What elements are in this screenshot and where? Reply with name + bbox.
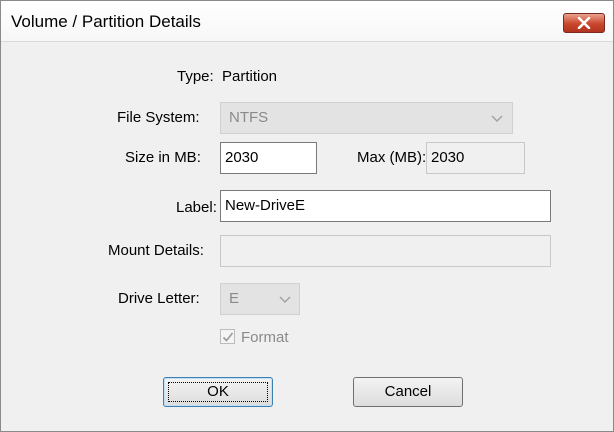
drive-letter-value: E xyxy=(229,290,240,307)
mount-input xyxy=(220,235,551,267)
type-value: Partition xyxy=(222,68,278,85)
format-checkbox[interactable] xyxy=(220,329,235,344)
drive-letter-select[interactable]: E xyxy=(220,283,300,315)
max-value: 2030 xyxy=(431,149,465,166)
type-label: Type: xyxy=(177,68,214,85)
checkmark-icon xyxy=(222,332,234,342)
close-button[interactable] xyxy=(563,13,605,33)
cancel-button-label: Cancel xyxy=(384,383,432,400)
label-label: Label: xyxy=(176,199,217,216)
ok-button[interactable]: OK xyxy=(163,377,273,407)
max-label: Max (MB): xyxy=(357,149,427,166)
filesystem-value: NTFS xyxy=(229,109,269,126)
format-label: Format xyxy=(241,329,289,346)
label-value: New-DriveE xyxy=(225,197,306,214)
size-input[interactable]: 2030 xyxy=(220,142,317,174)
dialog-window: Volume / Partition Details Type: Partiti… xyxy=(0,0,614,432)
filesystem-select[interactable]: NTFS xyxy=(220,102,513,134)
chevron-down-icon xyxy=(279,296,291,303)
max-input: 2030 xyxy=(426,142,525,174)
title-bar[interactable]: Volume / Partition Details xyxy=(1,1,613,42)
window-title: Volume / Partition Details xyxy=(11,12,201,31)
size-value: 2030 xyxy=(225,149,259,166)
label-input[interactable]: New-DriveE xyxy=(220,190,551,222)
mount-label: Mount Details: xyxy=(108,242,204,259)
close-icon xyxy=(577,17,591,29)
focus-ring xyxy=(168,382,268,402)
chevron-down-icon xyxy=(491,115,503,122)
size-label: Size in MB: xyxy=(125,149,201,166)
cancel-button[interactable]: Cancel xyxy=(353,377,463,407)
drive-letter-label: Drive Letter: xyxy=(118,290,200,307)
filesystem-label: File System: xyxy=(117,109,200,126)
